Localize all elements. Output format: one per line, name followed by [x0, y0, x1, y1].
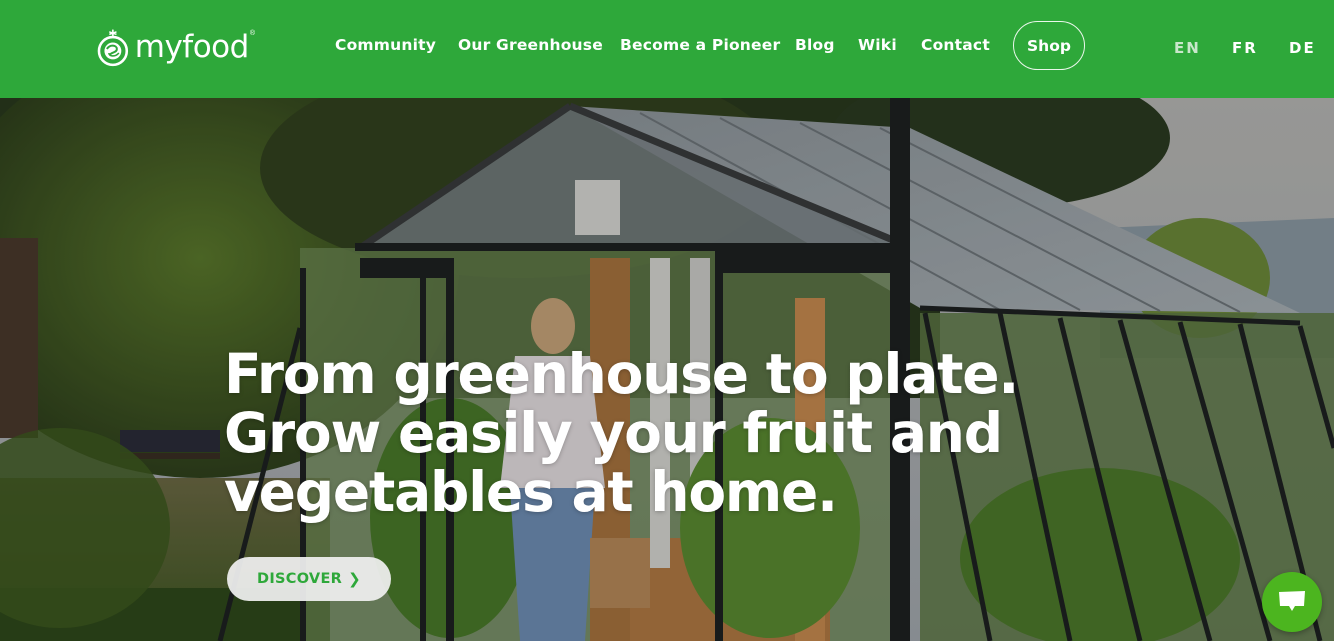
apple-leaf-logo-icon — [97, 29, 129, 67]
headline-line-2: Grow easily your fruit and — [224, 401, 1003, 465]
headline-line-3: vegetables at home. — [224, 460, 838, 524]
lang-en[interactable]: EN — [1174, 38, 1201, 58]
headline-line-1: From greenhouse to plate. — [224, 342, 1019, 406]
logo-link[interactable]: myfood ® — [95, 22, 255, 72]
discover-label: DISCOVER — [256, 571, 343, 587]
shop-button[interactable]: Shop — [1013, 21, 1085, 70]
nav-wiki[interactable]: Wiki — [858, 35, 897, 55]
nav-become-a-pioneer[interactable]: Become a Pioneer — [620, 35, 780, 55]
lang-de[interactable]: DE — [1289, 38, 1316, 58]
hero-headline: From greenhouse to plate. Grow easily yo… — [224, 345, 1024, 522]
chevron-right-icon: ❯ — [348, 570, 362, 588]
logo-wordmark: myfood — [134, 28, 250, 65]
chat-widget-button[interactable] — [1262, 572, 1322, 632]
discover-button[interactable]: DISCOVER ❯ — [227, 557, 391, 601]
lang-fr[interactable]: FR — [1232, 38, 1258, 58]
nav-contact[interactable]: Contact — [921, 35, 990, 55]
nav-blog[interactable]: Blog — [795, 35, 835, 55]
nav-community[interactable]: Community — [335, 35, 436, 55]
site-header: myfood ® Community Our Greenhouse Become… — [0, 0, 1334, 98]
hero-section: From greenhouse to plate. Grow easily yo… — [0, 98, 1334, 641]
chat-bubble-icon — [1279, 591, 1305, 611]
registered-mark: ® — [249, 29, 255, 37]
nav-our-greenhouse[interactable]: Our Greenhouse — [458, 35, 603, 55]
